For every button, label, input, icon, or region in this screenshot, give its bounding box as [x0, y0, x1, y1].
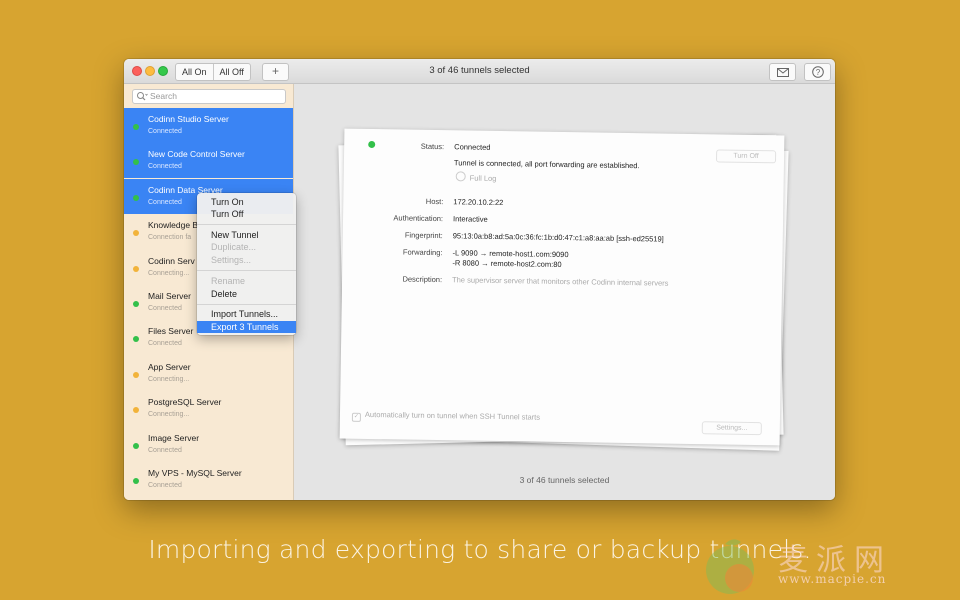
- menu-item-turn-off[interactable]: Turn Off: [197, 208, 296, 220]
- menu-separator: [197, 224, 296, 225]
- tunnel-status-text: Connection fa: [148, 234, 192, 242]
- menu-separator: [197, 304, 296, 305]
- description-value: The supervisor server that monitors othe…: [452, 275, 669, 288]
- tunnel-list-item[interactable]: Image Server Connected: [124, 427, 293, 462]
- turn-off-button[interactable]: Turn Off: [715, 149, 777, 164]
- tunnel-name: PostgreSQL Server: [148, 397, 222, 408]
- tunnel-status-dot: [133, 265, 139, 272]
- status-value: Connected: [454, 142, 491, 152]
- tunnel-status-text: Connected: [148, 482, 182, 489]
- tunnel-name: Codinn Studio Server: [148, 114, 229, 124]
- watermark-url: www.macpie.cn: [778, 572, 887, 586]
- menu-item-delete[interactable]: Delete: [197, 288, 296, 300]
- tunnel-status-dot: [133, 301, 139, 307]
- full-log-link[interactable]: Full Log: [455, 171, 497, 183]
- tunnel-status-text: Connecting...: [148, 269, 190, 277]
- tunnel-status-text: Connecting...: [148, 411, 190, 419]
- authentication-value: Interactive: [452, 214, 488, 224]
- tunnel-status-dot: [133, 230, 139, 237]
- tunnel-status-text: Connected: [148, 446, 182, 454]
- checkbox-icon: ✓: [351, 412, 361, 422]
- tunnel-status-text: Connected: [148, 163, 182, 171]
- tunnel-status-dot: [133, 371, 139, 378]
- full-log-label: Full Log: [469, 173, 497, 183]
- tunnel-name: Files Server: [148, 326, 194, 337]
- detail-pane: Status: Connected Tunnel is connected, a…: [294, 84, 835, 500]
- tunnel-list-item[interactable]: PostgreSQL Server Connecting...: [124, 391, 293, 426]
- forwarding-label: Forwarding:: [402, 247, 443, 258]
- tunnel-name: App Server: [148, 361, 191, 372]
- help-icon: ?: [811, 66, 824, 78]
- menu-item-turn-on[interactable]: Turn On: [197, 196, 296, 208]
- tunnel-name: Knowledge B: [148, 220, 199, 231]
- description-label: Description:: [402, 274, 443, 285]
- menu-item-import-tunnels[interactable]: Import Tunnels...: [197, 308, 296, 320]
- tunnel-detail-card: Status: Connected Tunnel is connected, a…: [339, 128, 785, 446]
- tunnel-list-item[interactable]: App Server Connecting...: [124, 356, 293, 391]
- selection-count-footer: 3 of 46 tunnels selected: [519, 475, 610, 485]
- menu-item-rename[interactable]: Rename: [197, 275, 296, 287]
- menu-item-duplicate[interactable]: Duplicate...: [197, 241, 296, 253]
- tunnel-status-dot: [133, 336, 139, 343]
- tunnel-list-item[interactable]: My VPS - MySQL Server Connected: [124, 462, 293, 497]
- status-message: Tunnel is connected, all port forwarding…: [453, 158, 640, 171]
- tunnel-status-text: Connected: [148, 128, 182, 135]
- tunnel-list-item[interactable]: Codinn Studio Server Connected: [124, 108, 293, 143]
- tunnel-status-dot: [133, 124, 139, 130]
- search-icon: [137, 92, 148, 101]
- forwarding-rule: -L 9090 → remote-host1.com:9090: [452, 248, 569, 260]
- host-value: 172.20.10.2:22: [453, 197, 504, 208]
- tunnel-status-dot: [133, 194, 139, 201]
- fingerprint-label: Fingerprint:: [404, 230, 443, 241]
- tunnel-name: Codinn Serv: [148, 255, 195, 266]
- svg-text:?: ?: [815, 68, 820, 77]
- menu-separator: [197, 270, 296, 271]
- tunnel-name: Mail Server: [148, 291, 191, 301]
- title-bar: All On All Off + 3 of 46 tunnels selecte…: [124, 59, 835, 84]
- tunnel-status-dot: [133, 478, 139, 484]
- auto-turn-on-label: Automatically turn on tunnel when SSH Tu…: [364, 409, 541, 422]
- help-button[interactable]: ?: [804, 63, 831, 81]
- tunnel-status-text: Connected: [148, 198, 182, 206]
- tunnel-name: My VPS - MySQL Server: [148, 468, 242, 478]
- settings-button[interactable]: Settings...: [701, 421, 762, 436]
- search-input[interactable]: Search: [132, 89, 286, 104]
- tunnel-name: Image Server: [148, 432, 200, 443]
- status-label: Status:: [420, 141, 445, 152]
- tunnel-status-text: Connected: [148, 340, 182, 348]
- auto-turn-on-checkbox[interactable]: ✓ Automatically turn on tunnel when SSH T…: [351, 409, 541, 425]
- fingerprint-value: 95:13:0a:b8:ad:5a:0c:36:fc:1b:d0:47:c1:a…: [452, 231, 664, 244]
- full-log-icon: [455, 171, 466, 182]
- tunnel-status-text: Connected: [148, 305, 182, 312]
- search-placeholder: Search: [150, 91, 177, 101]
- authentication-label: Authentication:: [393, 213, 444, 224]
- tunnel-name: New Code Control Server: [148, 149, 245, 160]
- tunnel-status-dot: [133, 159, 139, 166]
- forwarding-rule: -R 8080 → remote-host2.com:80: [452, 258, 562, 269]
- envelope-icon: [776, 67, 789, 77]
- menu-item-new-tunnel[interactable]: New Tunnel: [197, 229, 296, 241]
- menu-item-settings[interactable]: Settings...: [197, 254, 296, 266]
- watermark-logo-icon: [706, 539, 754, 594]
- menu-item-export-tunnels[interactable]: Export 3 Tunnels: [197, 321, 296, 333]
- window-title: 3 of 46 tunnels selected: [429, 65, 530, 76]
- tunnel-list-item[interactable]: New Code Control Server Connected: [124, 143, 293, 179]
- tunnel-status-dot: [133, 407, 139, 414]
- context-menu: Turn On Turn Off New Tunnel Duplicate...…: [197, 193, 296, 335]
- tunnel-status-dot: [133, 442, 139, 449]
- host-label: Host:: [425, 196, 444, 207]
- mail-button[interactable]: [769, 63, 796, 81]
- tunnel-status-text: Connecting...: [148, 375, 190, 383]
